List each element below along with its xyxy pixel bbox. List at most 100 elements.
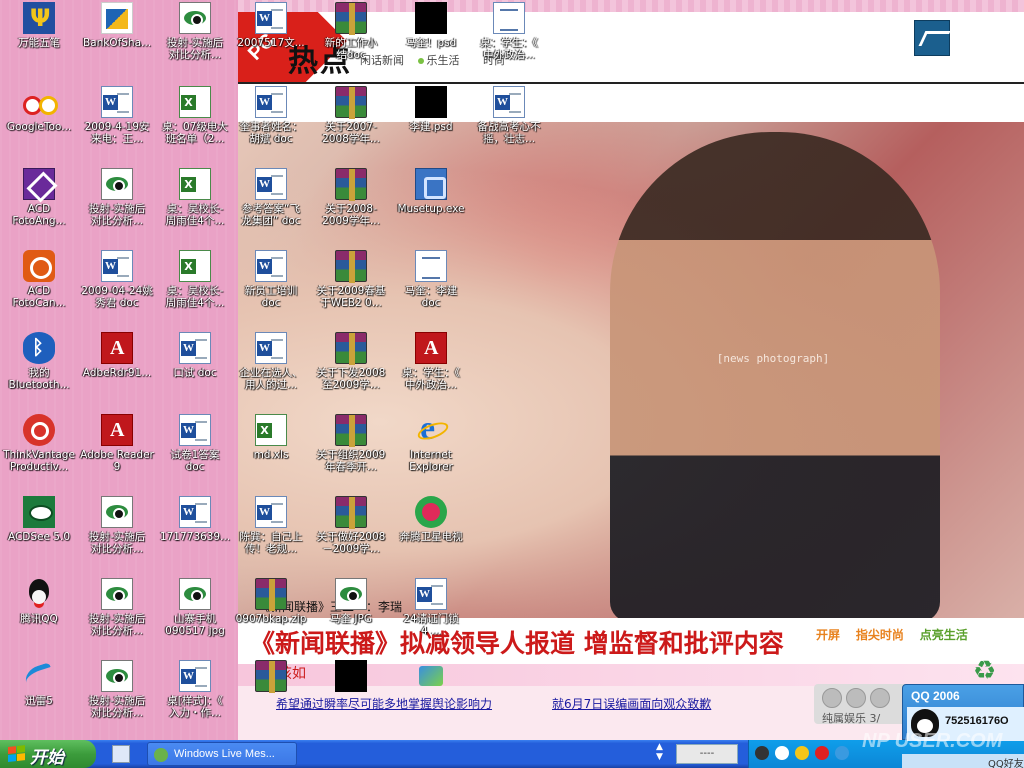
play-icon[interactable] — [846, 688, 866, 708]
desktop-icon[interactable]: 0907bkap.zip — [232, 578, 310, 625]
desktop-icon[interactable]: 马奎：李建 doc — [392, 250, 470, 309]
plug-icon[interactable] — [755, 746, 769, 760]
desktop-icon[interactable]: 投射-实施后 对比分析... — [78, 578, 156, 637]
qq-tray-icon[interactable] — [795, 746, 809, 760]
media-control[interactable]: 纯属娱乐 3/ — [814, 684, 914, 725]
desktop-icon[interactable]: 陈巽：自己上 传！老规... — [232, 496, 310, 555]
desktop-icon[interactable]: 关于2009春基 于WEB2 0... — [312, 250, 390, 309]
green-dot-icon — [417, 58, 424, 64]
jpg-icon — [179, 2, 211, 34]
desktop-icon[interactable]: 投射-实施后 对比分析... — [78, 168, 156, 227]
desktop-icon[interactable]: 2009-04-24姚 秀君 doc — [78, 250, 156, 309]
brand-kaiping: 开屏 — [816, 628, 841, 642]
desktop-icon-label: ThinkVantage Productiv... — [3, 449, 75, 473]
desktop-icon[interactable]: 备战高考心不 摇，壮志... — [470, 86, 548, 145]
desktop-icon[interactable]: BankOfSha... — [78, 2, 156, 49]
desktop-icon[interactable]: 投射-实施后 对比分析... — [78, 496, 156, 555]
desktop-icon[interactable]: GoogleToo... — [0, 86, 78, 133]
desktop-icon[interactable]: ThinkVantage Productiv... — [0, 414, 78, 473]
desktop-icon[interactable]: 山寨手机 090517 jpg — [156, 578, 234, 637]
news-link-left[interactable]: 希望通过瞬率尽可能多地掌握舆论影响力 — [276, 695, 492, 712]
desktop-icon[interactable]: 万能五笔 — [0, 2, 78, 49]
desktop-icon[interactable]: Musetup.exe — [392, 168, 470, 215]
tray-red-icon[interactable] — [815, 746, 829, 760]
desktop-icon[interactable]: AdbeRdr91... — [78, 332, 156, 379]
word-icon — [415, 578, 447, 610]
windows-flag-icon — [8, 745, 26, 763]
desktop-icon[interactable] — [392, 660, 470, 695]
desktop-icon[interactable]: 关于2007- 2008学年... — [312, 86, 390, 145]
desktop-icon-label: 奔腾卫星电视 — [399, 531, 463, 543]
jpg-icon — [179, 578, 211, 610]
brand-shishang: 指尖时尚 — [855, 628, 904, 642]
xunlei-icon — [23, 660, 55, 692]
desktop-icon[interactable]: 桌[样式]：《 入力・作... — [156, 660, 234, 719]
desktop-icon-label: 2009-4-19安 来电：王... — [84, 121, 150, 145]
desktop-icon-label: 关于2007- 2008学年... — [322, 121, 380, 145]
feather-icon[interactable] — [914, 20, 950, 56]
pause-icon[interactable] — [870, 688, 890, 708]
desktop-icon[interactable]: 2009-4-19安 来电：王... — [78, 86, 156, 145]
desktop-icon[interactable]: 桌：吴校长- 周雨佳4个... — [156, 168, 234, 227]
pdf-icon — [101, 332, 133, 364]
desktop-icon[interactable]: 投射-实施后 对比分析... — [78, 660, 156, 719]
desktop-icon[interactable]: 奔腾卫星电视 — [392, 496, 470, 543]
desktop-icon[interactable]: 桌：07级电大 班名单（2... — [156, 86, 234, 145]
start-button[interactable]: 开始 — [0, 740, 96, 768]
desktop-icon[interactable]: 关于做好2008 －2009学... — [312, 496, 390, 555]
pdf-icon — [101, 414, 133, 446]
prev-icon[interactable] — [822, 688, 842, 708]
desktop-icon[interactable]: 桌：学生：《 中外政治... — [392, 332, 470, 391]
desktop-icon[interactable]: 马奎！psd — [392, 2, 470, 49]
news-link-right[interactable]: 就6月7日误编画面向观众致歉 — [552, 695, 711, 712]
desktop-icon[interactable]: 新的工作小 结doc — [312, 2, 390, 61]
desktop-icon[interactable]: 2007517文... — [232, 2, 310, 49]
desktop-icon[interactable]: md.xls — [232, 414, 310, 461]
desktop-icon-label: 投射-实施后 对比分析... — [88, 531, 146, 555]
rar-icon — [335, 332, 367, 365]
jpg-icon — [335, 578, 367, 610]
ime-input[interactable]: ---- — [676, 744, 738, 764]
desktop-icon[interactable]: 参考答案“飞 龙集团” doc — [232, 168, 310, 227]
desktop-icon[interactable]: 关于组织2009 年春季开... — [312, 414, 390, 473]
desktop-icon[interactable]: 关于下发2008 至2009学... — [312, 332, 390, 391]
desktop-icon[interactable]: 马奎 JPG — [312, 578, 390, 625]
desktop-icon[interactable]: 桌：吴校长- 周雨佳4个... — [156, 250, 234, 309]
desktop-icon-label: 口试 doc — [173, 367, 217, 379]
desktop-icon-label: 新员工培训 doc — [244, 285, 298, 309]
desktop-icon[interactable]: 李建.psd — [392, 86, 470, 133]
desktop-icon[interactable]: 奎事者姓名： 胡斌 doc — [232, 86, 310, 145]
desktop-icon[interactable] — [232, 660, 310, 695]
desktop-icon[interactable]: 腾讯QQ — [0, 578, 78, 625]
desktop-icon[interactable] — [312, 660, 390, 695]
task-windows-live-messenger[interactable]: Windows Live Mes... — [147, 742, 297, 766]
desktop-icon[interactable]: 迅雷5 — [0, 660, 78, 707]
desktop-icon[interactable]: 新员工培训 doc — [232, 250, 310, 309]
desktop-icon-label: 投射-实施后 对比分析... — [88, 695, 146, 719]
desktop-icon-label: AdbeRdr91... — [82, 367, 152, 379]
desktop-icon[interactable]: 171773639... — [156, 496, 234, 543]
desktop-icon[interactable]: 企业在选人、 用人的过... — [232, 332, 310, 391]
qq-friends-bar[interactable]: QQ好友 — [902, 754, 1024, 768]
desktop-icon[interactable]: Internet Explorer — [392, 410, 470, 473]
news-headline[interactable]: 《新闻联播》拟减领导人报道 增监督和批评内容 — [250, 624, 784, 660]
install-icon — [415, 660, 447, 692]
desktop-icon-label: 备战高考心不 摇，壮志... — [477, 121, 541, 145]
desktop-icon[interactable]: 试卷1答案 doc — [156, 414, 234, 473]
desktop-icon[interactable]: 我的 Bluetooth... — [0, 332, 78, 391]
desktop-icon[interactable]: 桌：学生：《 中外政治... — [470, 2, 548, 61]
word-icon — [179, 332, 211, 364]
language-bar-icon[interactable]: ▲ ▼ — [656, 742, 670, 766]
desktop-icon[interactable]: ACD FotoCan... — [0, 250, 78, 309]
jpg-icon — [101, 660, 133, 692]
desktop-icon[interactable]: 口试 doc — [156, 332, 234, 379]
tray-blue-icon[interactable] — [835, 746, 849, 760]
desktop-icon[interactable]: Adobe Reader 9 — [78, 414, 156, 473]
desktop-icon[interactable]: 投射-实施后 对比分析... — [156, 2, 234, 61]
desktop-icon[interactable]: 24请证门锁 4 ... — [392, 578, 470, 637]
desktop-icon[interactable]: 关于2008- 2009学年... — [312, 168, 390, 227]
desktop-icon[interactable]: ACD FotoAng... — [0, 168, 78, 227]
arrow-icon[interactable] — [775, 746, 789, 760]
desktop-icon[interactable]: ACDSee 5.0 — [0, 496, 78, 543]
show-desktop-icon[interactable] — [112, 745, 130, 763]
